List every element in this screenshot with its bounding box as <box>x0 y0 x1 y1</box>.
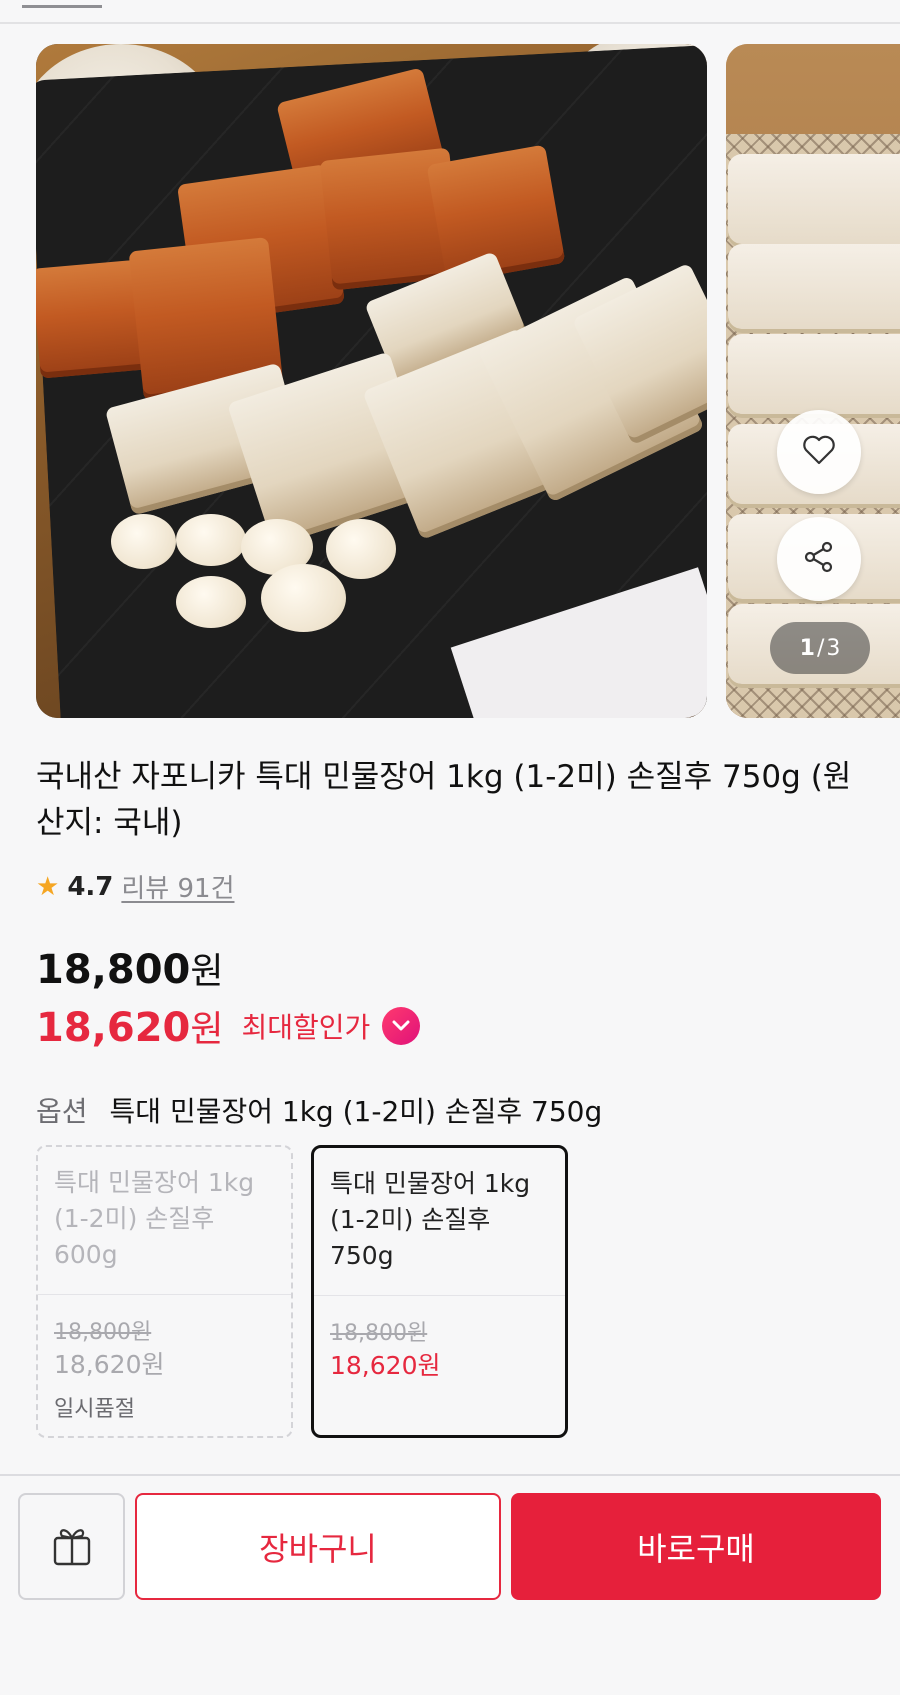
rating-score: 4.7 <box>67 871 114 902</box>
sale-price-amount: 18,620 <box>36 1005 191 1051</box>
share-icon <box>802 540 836 578</box>
buy-now-button[interactable]: 바로구매 <box>511 1493 881 1600</box>
image-counter: 1 / 3 <box>770 622 870 674</box>
option-card-750g[interactable]: 특대 민물장어 1kg (1-2미) 손질후 750g 18,800원 18,6… <box>311 1145 568 1438</box>
current-index: 1 <box>799 635 815 661</box>
total-count: 3 <box>826 635 841 661</box>
option-label: 옵션 <box>36 1095 88 1128</box>
max-discount-label[interactable]: 최대할인가 <box>241 1006 370 1046</box>
product-title: 국내산 자포니카 특대 민물장어 1kg (1-2미) 손질후 750g (원산… <box>36 759 852 841</box>
option-summary: 옵션 특대 민물장어 1kg (1-2미) 손질후 750g <box>36 1090 602 1130</box>
option-card-divider <box>314 1295 565 1296</box>
option-name: 특대 민물장어 1kg (1-2미) 손질후 600g <box>54 1168 255 1269</box>
product-image-2[interactable] <box>726 44 900 718</box>
product-image-1[interactable] <box>36 44 707 718</box>
sale-price-row: 18,620원 최대할인가 <box>36 1000 421 1052</box>
option-sale-price: 18,620원 <box>54 1350 165 1379</box>
discount-toggle-button[interactable] <box>382 1007 421 1045</box>
top-bar <box>0 0 900 24</box>
bottom-divider <box>0 1474 900 1476</box>
counter-separator: / <box>816 635 825 661</box>
gift-button[interactable] <box>18 1493 125 1600</box>
tab-indicator <box>22 0 102 8</box>
original-price: 18,800원 <box>36 942 223 994</box>
chevron-down-icon <box>392 1017 410 1036</box>
heart-icon <box>802 435 836 469</box>
add-to-cart-button[interactable]: 장바구니 <box>135 1493 501 1600</box>
original-price-unit: 원 <box>190 951 224 992</box>
star-icon: ★ <box>36 871 60 902</box>
share-button[interactable] <box>777 517 861 601</box>
option-original-price: 18,800원 <box>330 1321 428 1346</box>
review-link[interactable]: 리뷰 91건 <box>121 868 234 905</box>
option-selected-value: 특대 민물장어 1kg (1-2미) 손질후 750g <box>109 1095 603 1128</box>
original-price-amount: 18,800 <box>36 947 191 993</box>
rating-row: ★ 4.7 리뷰 91건 <box>36 868 234 905</box>
option-card-600g[interactable]: 특대 민물장어 1kg (1-2미) 손질후 600g 18,800원 18,6… <box>36 1145 293 1438</box>
option-original-price: 18,800원 <box>54 1320 152 1345</box>
image-carousel[interactable] <box>0 44 900 718</box>
option-card-divider <box>38 1294 291 1295</box>
sale-price-unit: 원 <box>190 1009 224 1050</box>
wishlist-button[interactable] <box>777 410 861 494</box>
sale-price: 18,620원 <box>36 1000 223 1052</box>
gift-icon <box>49 1522 95 1572</box>
option-name: 특대 민물장어 1kg (1-2미) 손질후 750g <box>330 1169 531 1270</box>
option-sale-price: 18,620원 <box>330 1351 441 1380</box>
sold-out-badge: 일시품절 <box>54 1397 135 1422</box>
